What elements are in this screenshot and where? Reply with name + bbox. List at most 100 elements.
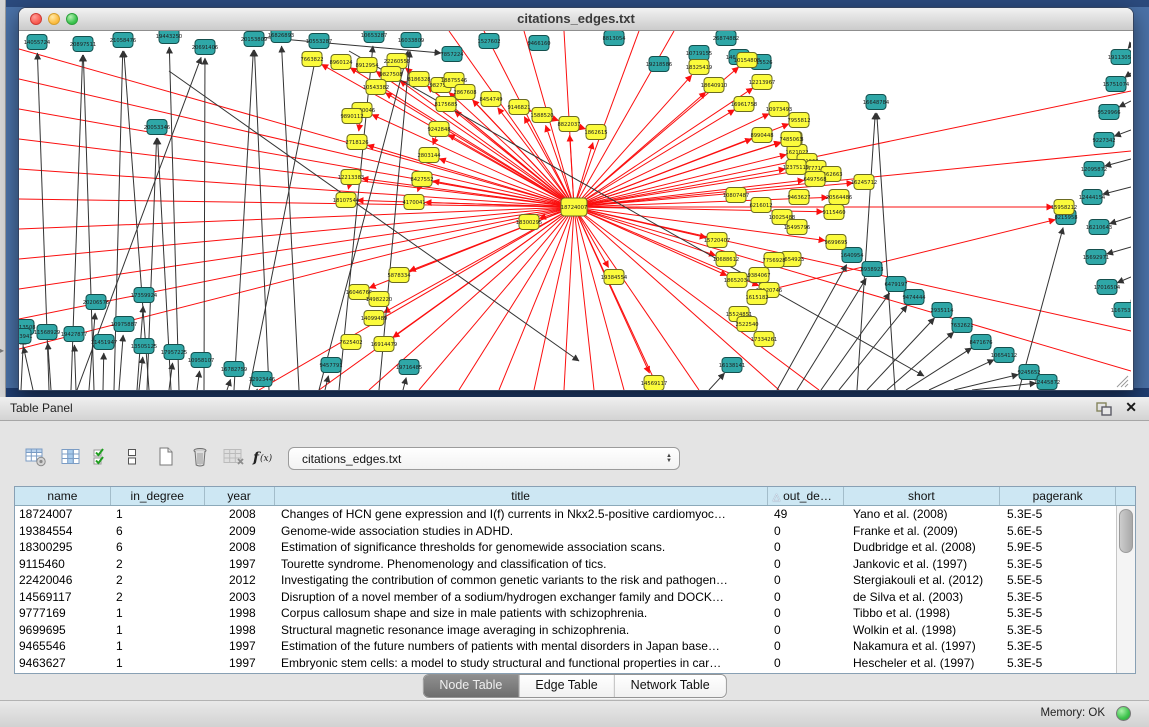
- graph-node[interactable]: 7485063: [779, 132, 802, 147]
- cell-pagerank[interactable]: 5.3E-5: [1002, 556, 1118, 573]
- graph-node[interactable]: 16245712: [851, 175, 877, 190]
- citation-edge-black[interactable]: [249, 52, 317, 390]
- graph-node[interactable]: 9384067: [747, 268, 770, 283]
- citation-edge-red[interactable]: [19, 207, 574, 259]
- graph-node[interactable]: 19427877: [61, 327, 87, 342]
- citation-edge-red[interactable]: [574, 75, 692, 207]
- graph-node[interactable]: 7663822: [300, 52, 323, 67]
- cell-short[interactable]: de Silva et al. (2003): [845, 589, 1002, 606]
- citation-edge-black[interactable]: [1114, 130, 1131, 136]
- graph-node[interactable]: 9115460: [822, 205, 845, 220]
- graph-node[interactable]: 20053346: [144, 120, 170, 135]
- cell-name[interactable]: 18724007: [15, 506, 111, 523]
- graph-node[interactable]: 16648784: [863, 95, 890, 110]
- cell-short[interactable]: Tibbo et al. (1998): [845, 605, 1002, 622]
- cell-pagerank[interactable]: 5.5E-5: [1002, 572, 1118, 589]
- column-header-short[interactable]: short: [844, 487, 1001, 505]
- table-row[interactable]: 911546021997Tourette syndrome. Phenomeno…: [15, 556, 1135, 573]
- graph-node[interactable]: 7955812: [787, 113, 810, 128]
- graph-node[interactable]: 8960124: [329, 55, 353, 70]
- graph-node[interactable]: 11568929: [34, 325, 60, 340]
- citation-edge-black[interactable]: [1125, 73, 1131, 77]
- show-column-icon[interactable]: [57, 443, 85, 471]
- cell-out_de[interactable]: 0: [769, 638, 845, 655]
- memory-status-icon[interactable]: [1116, 706, 1131, 721]
- citation-edge-red[interactable]: [19, 207, 574, 349]
- graph-node[interactable]: 1615182: [745, 290, 768, 305]
- cell-name[interactable]: 9115460: [15, 556, 111, 573]
- graph-node[interactable]: 8990448: [750, 128, 773, 143]
- graph-node[interactable]: 19113054: [1108, 50, 1131, 65]
- citation-edge-red[interactable]: [19, 199, 574, 207]
- cell-short[interactable]: Yano et al. (2008): [845, 506, 1002, 523]
- cell-year[interactable]: 2003: [205, 589, 275, 606]
- cell-year[interactable]: 2009: [205, 523, 275, 540]
- graph-node[interactable]: 8912954: [355, 58, 379, 73]
- citation-edge-black[interactable]: [1117, 277, 1131, 283]
- citation-edge-red[interactable]: [574, 207, 1131, 371]
- cell-in_degree[interactable]: 1: [111, 605, 205, 622]
- table-vertical-scrollbar[interactable]: [1116, 506, 1135, 673]
- graph-node[interactable]: 26874882: [713, 31, 739, 46]
- citation-edge-black[interactable]: [325, 376, 328, 390]
- citation-edge-black[interactable]: [1105, 159, 1131, 166]
- graph-node[interactable]: 4170041: [402, 195, 425, 210]
- cell-in_degree[interactable]: 1: [111, 506, 205, 523]
- citation-edge-red[interactable]: [564, 207, 574, 390]
- graph-node[interactable]: 1588520: [530, 108, 553, 123]
- cell-title[interactable]: Structural magnetic resonance image aver…: [275, 622, 769, 639]
- cell-pagerank[interactable]: 5.3E-5: [1002, 622, 1118, 639]
- cell-out_de[interactable]: 0: [769, 556, 845, 573]
- citation-edge-black[interactable]: [1109, 217, 1131, 224]
- graph-node[interactable]: 12095872: [1081, 162, 1107, 177]
- cell-pagerank[interactable]: 5.6E-5: [1002, 523, 1118, 540]
- graph-node[interactable]: 20564486: [826, 190, 852, 205]
- cell-out_de[interactable]: 49: [769, 506, 845, 523]
- cell-in_degree[interactable]: 1: [111, 655, 205, 672]
- graph-node[interactable]: 6216012: [749, 198, 772, 213]
- select-mode-icon[interactable]: [88, 443, 116, 471]
- window-resize-grip[interactable]: [1113, 372, 1129, 388]
- graph-node[interactable]: 6497568: [803, 172, 826, 187]
- graph-node[interactable]: 17334261: [751, 332, 777, 347]
- graph-node[interactable]: 11451947: [91, 335, 117, 350]
- citation-edge-black[interactable]: [972, 383, 1036, 390]
- citation-edge-black[interactable]: [227, 379, 231, 390]
- graph-node[interactable]: 10973493: [766, 102, 792, 117]
- graph-node[interactable]: 13505125: [131, 339, 157, 354]
- close-panel-icon[interactable]: ✕: [1125, 399, 1137, 416]
- graph-node[interactable]: 19716485: [396, 360, 422, 375]
- citation-edge-red[interactable]: [19, 207, 574, 229]
- scrollbar-thumb[interactable]: [1119, 509, 1133, 553]
- cell-year[interactable]: 1997: [205, 556, 275, 573]
- citation-edge-black[interactable]: [821, 293, 890, 390]
- graph-node[interactable]: 18325419: [686, 60, 712, 75]
- cell-year[interactable]: 1997: [205, 638, 275, 655]
- graph-node[interactable]: 17957225: [161, 345, 187, 360]
- graph-node[interactable]: 9146821: [507, 100, 530, 115]
- cell-short[interactable]: Stergiakouli et al. (2012): [845, 572, 1002, 589]
- graph-node[interactable]: 9466160: [527, 36, 550, 51]
- network-window-titlebar[interactable]: citations_edges.txt: [19, 8, 1133, 31]
- graph-node[interactable]: 7625402: [339, 335, 362, 350]
- table-row[interactable]: 946362711997Embryonic stem cells: a mode…: [15, 655, 1135, 672]
- function-builder-icon[interactable]: f (x): [250, 443, 278, 471]
- graph-node[interactable]: 9463627: [787, 190, 810, 205]
- cell-short[interactable]: Wolkin et al. (1998): [845, 622, 1002, 639]
- graph-node[interactable]: 9699695: [824, 235, 847, 250]
- cell-title[interactable]: Tourette syndrome. Phenomenology and cla…: [275, 556, 769, 573]
- graph-node[interactable]: 10719155: [686, 46, 712, 61]
- cell-name[interactable]: 18300295: [15, 539, 111, 556]
- citation-edge-red[interactable]: [19, 207, 574, 289]
- column-header-out_de[interactable]: △ out_de…: [768, 487, 844, 505]
- cell-in_degree[interactable]: 1: [111, 622, 205, 639]
- cell-pagerank[interactable]: 5.3E-5: [1002, 589, 1118, 606]
- cell-year[interactable]: 2008: [205, 539, 275, 556]
- graph-node[interactable]: 17016504: [1094, 280, 1121, 295]
- table-row[interactable]: 1938455462009Genome-wide association stu…: [15, 523, 1135, 540]
- cell-name[interactable]: 9777169: [15, 605, 111, 622]
- graph-node[interactable]: 7857224: [440, 47, 464, 62]
- graph-node[interactable]: 10154808: [734, 53, 760, 68]
- cell-title[interactable]: Estimation of the future numbers of pati…: [275, 638, 769, 655]
- graph-node[interactable]: 8938923: [860, 262, 883, 277]
